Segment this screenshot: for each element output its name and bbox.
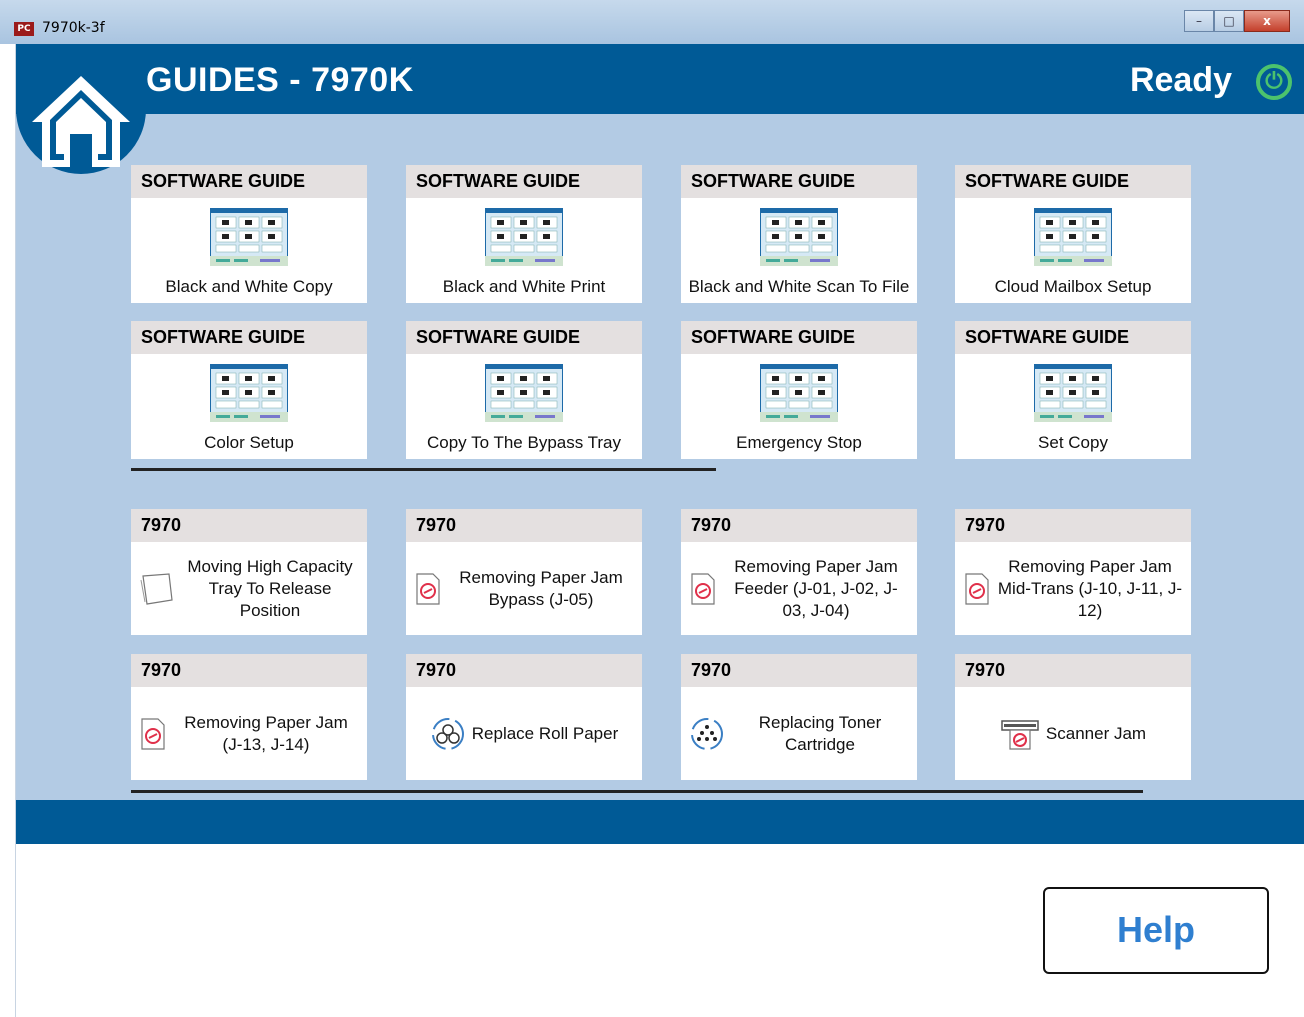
card-header: 7970 [955, 654, 1191, 687]
card-body: Removing Paper Jam Bypass (J-05) [406, 542, 642, 635]
software-guide-card[interactable]: SOFTWARE GUIDE Black and White Print [406, 165, 642, 303]
software-guide-card[interactable]: SOFTWARE GUIDE Black and White Scan To F… [681, 165, 917, 303]
maximize-button[interactable]: □ [1214, 10, 1244, 32]
card-label: Black and White Copy [165, 277, 333, 296]
software-screen-icon [760, 364, 838, 422]
paper-jam-icon [141, 717, 165, 750]
section-divider [131, 468, 716, 471]
card-label: Removing Paper Jam Bypass (J-05) [459, 567, 623, 609]
card-body: Black and White Scan To File [681, 198, 917, 303]
card-label: Removing Paper Jam Feeder (J-01, J-02, J… [734, 556, 898, 620]
card-body: Moving High Capacity Tray To Release Pos… [131, 542, 367, 635]
card-body: Removing Paper Jam Feeder (J-01, J-02, J… [681, 542, 917, 635]
power-ready-icon: ⏻ [1256, 64, 1292, 100]
card-header: 7970 [406, 509, 642, 542]
guide-7970-card[interactable]: 7970 Replace Roll Paper [406, 654, 642, 780]
software-guide-card[interactable]: SOFTWARE GUIDE Copy To The Bypass Tray [406, 321, 642, 459]
card-body: Emergency Stop [681, 354, 917, 459]
guide-7970-card[interactable]: 7970 Removing Paper Jam (J-13, J-14) [131, 654, 367, 780]
card-label: Removing Paper Jam Mid-Trans (J-10, J-11… [997, 556, 1183, 620]
card-header: 7970 [131, 654, 367, 687]
software-screen-icon [760, 208, 838, 266]
help-button[interactable]: Help [1043, 887, 1269, 974]
card-label: Black and White Scan To File [688, 277, 910, 296]
card-label: Color Setup [204, 433, 294, 452]
guide-7970-card[interactable]: 7970 Removing Paper Jam Feeder (J-01, J-… [681, 509, 917, 635]
scanner-jam-icon [1001, 719, 1039, 750]
software-guide-card[interactable]: SOFTWARE GUIDE Set Copy [955, 321, 1191, 459]
app-window: PC 7970k-3f – □ x GUIDES - 7970K Ready ⏻… [0, 0, 1304, 1017]
window-controls: – □ x [1184, 10, 1290, 32]
paper-jam-icon [416, 572, 440, 605]
card-header: SOFTWARE GUIDE [955, 165, 1191, 198]
home-button[interactable] [16, 44, 146, 174]
card-body: Black and White Print [406, 198, 642, 303]
card-body: Removing Paper Jam (J-13, J-14) [131, 687, 367, 780]
guide-7970-card[interactable]: 7970 Replacing Toner Cartridge [681, 654, 917, 780]
software-screen-icon [210, 364, 288, 422]
window-title: 7970k-3f [42, 20, 105, 36]
card-header: 7970 [681, 654, 917, 687]
software-guide-card[interactable]: SOFTWARE GUIDE Cloud Mailbox Setup [955, 165, 1191, 303]
card-header: 7970 [406, 654, 642, 687]
software-screen-icon [485, 364, 563, 422]
footer-bar [16, 800, 1304, 844]
minimize-button[interactable]: – [1184, 10, 1214, 32]
card-header: SOFTWARE GUIDE [131, 165, 367, 198]
card-label: Cloud Mailbox Setup [994, 277, 1152, 296]
guide-7970-card[interactable]: 7970 Scanner Jam [955, 654, 1191, 780]
card-label: Replace Roll Paper [471, 723, 619, 743]
paper-jam-icon [691, 572, 715, 605]
software-screen-icon [485, 208, 563, 266]
roll-paper-icon [431, 717, 464, 750]
card-header: SOFTWARE GUIDE [681, 321, 917, 354]
card-label: Removing Paper Jam (J-13, J-14) [184, 712, 348, 754]
card-body: Copy To The Bypass Tray [406, 354, 642, 459]
card-body: Cloud Mailbox Setup [955, 198, 1191, 303]
card-body: Set Copy [955, 354, 1191, 459]
paper-jam-icon [965, 572, 989, 605]
software-screen-icon [1034, 364, 1112, 422]
card-label: Emergency Stop [736, 433, 862, 452]
card-body: Scanner Jam [955, 687, 1191, 780]
title-bar: PC 7970k-3f – □ x [0, 0, 1304, 44]
guide-7970-card[interactable]: 7970 Removing Paper Jam Bypass (J-05) [406, 509, 642, 635]
card-label: Scanner Jam [1045, 723, 1147, 743]
card-header: 7970 [131, 509, 367, 542]
card-header: SOFTWARE GUIDE [406, 321, 642, 354]
card-body: Removing Paper Jam Mid-Trans (J-10, J-11… [955, 542, 1191, 635]
section-divider [131, 790, 1143, 793]
card-header: SOFTWARE GUIDE [406, 165, 642, 198]
page-title: GUIDES - 7970K [146, 61, 414, 99]
app-icon: PC [14, 22, 34, 36]
toner-cartridge-icon [691, 717, 723, 750]
card-label: Replacing Toner Cartridge [758, 712, 882, 754]
card-header: SOFTWARE GUIDE [131, 321, 367, 354]
card-body: Color Setup [131, 354, 367, 459]
card-body: Replacing Toner Cartridge [681, 687, 917, 780]
card-header: 7970 [955, 509, 1191, 542]
close-button[interactable]: x [1244, 10, 1290, 32]
card-label: Set Copy [1038, 433, 1108, 452]
software-guide-card[interactable]: SOFTWARE GUIDE Black and White Copy [131, 165, 367, 303]
software-guide-card[interactable]: SOFTWARE GUIDE Emergency Stop [681, 321, 917, 459]
card-header: SOFTWARE GUIDE [681, 165, 917, 198]
guide-7970-card[interactable]: 7970 Removing Paper Jam Mid-Trans (J-10,… [955, 509, 1191, 635]
card-label: Copy To The Bypass Tray [426, 433, 622, 452]
card-body: Replace Roll Paper [406, 687, 642, 780]
status-text: Ready [1129, 61, 1232, 99]
card-label: Moving High Capacity Tray To Release Pos… [187, 556, 353, 620]
window-left-edge [0, 44, 16, 1017]
software-guide-card[interactable]: SOFTWARE GUIDE Color Setup [131, 321, 367, 459]
software-screen-icon [1034, 208, 1112, 266]
card-header: 7970 [681, 509, 917, 542]
paper-sheet-icon [140, 572, 173, 605]
card-body: Black and White Copy [131, 198, 367, 303]
card-header: SOFTWARE GUIDE [955, 321, 1191, 354]
software-screen-icon [210, 208, 288, 266]
card-label: Black and White Print [442, 277, 606, 296]
home-icon [32, 76, 130, 167]
guide-7970-card[interactable]: 7970 Moving High Capacity Tray To Releas… [131, 509, 367, 635]
